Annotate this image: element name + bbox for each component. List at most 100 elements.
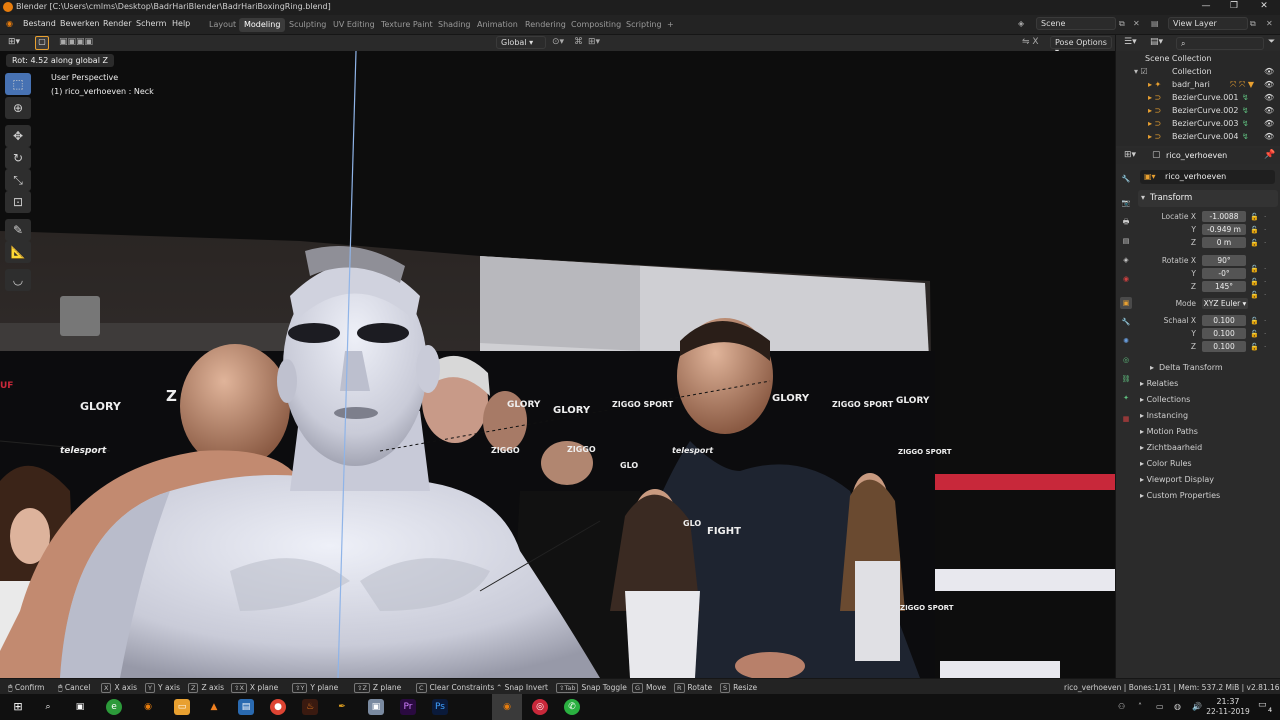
- collection-item[interactable]: Collection: [1172, 67, 1212, 76]
- menu-render[interactable]: Render: [103, 19, 131, 28]
- output-tab-icon[interactable]: 🖶: [1120, 216, 1132, 228]
- cursor-tool-icon[interactable]: ⊕: [5, 97, 31, 119]
- tab-texture-paint[interactable]: Texture Paint: [376, 18, 438, 32]
- scene-selector[interactable]: Scene: [1036, 17, 1116, 30]
- app-blue-icon[interactable]: ▤: [238, 699, 254, 715]
- outliner-item-badr-hari[interactable]: badr_hari: [1172, 80, 1210, 89]
- scale-x-field[interactable]: 0.100: [1202, 315, 1246, 326]
- chrome-icon[interactable]: ●: [270, 699, 286, 715]
- eye-icon[interactable]: 👁: [1264, 106, 1274, 115]
- network-icon[interactable]: ◍: [1174, 702, 1181, 711]
- new-view-layer-icon[interactable]: ⧉: [1250, 19, 1256, 29]
- collection-expand-icon[interactable]: ▾ ☑: [1134, 67, 1148, 76]
- app-fire-icon[interactable]: ♨: [302, 699, 318, 715]
- mirror-icon[interactable]: ⇋ X: [1022, 37, 1039, 47]
- rotation-x-field[interactable]: 90°: [1202, 255, 1246, 266]
- panel-viewport-display[interactable]: ▸ Viewport Display: [1140, 475, 1214, 484]
- minimize-icon[interactable]: —: [1196, 1, 1216, 14]
- tab-rendering[interactable]: Rendering: [520, 18, 571, 32]
- menu-help[interactable]: Help: [172, 19, 190, 28]
- orientation-dropdown[interactable]: Global ▾: [496, 36, 546, 49]
- filter-icon[interactable]: ⏷: [1268, 37, 1275, 47]
- menu-bestand[interactable]: Bestand: [23, 19, 56, 28]
- premiere-icon[interactable]: Pr: [400, 699, 416, 715]
- physics-tab-icon[interactable]: ◎: [1120, 354, 1132, 366]
- texture-tab-icon[interactable]: ▦: [1120, 413, 1132, 425]
- close-icon[interactable]: ✕: [1254, 1, 1274, 14]
- tab-animation[interactable]: Animation: [472, 18, 523, 32]
- tab-sculpting[interactable]: Sculpting: [284, 18, 331, 32]
- vlc-icon[interactable]: ▲: [206, 699, 222, 715]
- notification-icon[interactable]: ▭: [1258, 700, 1267, 710]
- eye-icon[interactable]: 👁: [1264, 93, 1274, 102]
- clock-time[interactable]: 21:37: [1212, 697, 1244, 706]
- editor-type-icon[interactable]: ⊞▾: [8, 37, 20, 47]
- rotation-mode-dropdown[interactable]: XYZ Euler ▾: [1202, 298, 1248, 309]
- new-scene-icon[interactable]: ⧉: [1119, 19, 1125, 29]
- roll-tool-icon[interactable]: ◡: [5, 269, 31, 291]
- panel-zichtbaarheid[interactable]: ▸ Zichtbaarheid: [1140, 443, 1202, 452]
- tab-shading[interactable]: Shading: [433, 18, 476, 32]
- keyframe-dot-icons[interactable]: · · · · · · · · ·: [1264, 211, 1274, 354]
- tab-modeling[interactable]: Modeling: [239, 18, 286, 32]
- blender-taskbar-icon[interactable]: ◉: [140, 699, 156, 715]
- select-mode-icons[interactable]: ▣▣▣▣: [59, 37, 93, 47]
- transform-panel-header[interactable]: ▾ Transform: [1138, 190, 1278, 207]
- rotation-y-field[interactable]: -0°: [1202, 268, 1246, 279]
- tab-compositing[interactable]: Compositing: [566, 18, 626, 32]
- windows-start-icon[interactable]: ⊞: [10, 699, 26, 715]
- delete-scene-icon[interactable]: ✕: [1133, 19, 1140, 28]
- rotation-z-field[interactable]: 145°: [1202, 281, 1246, 292]
- app-red-icon[interactable]: ◎: [532, 699, 548, 715]
- clock-date[interactable]: 22-11-2019: [1204, 707, 1252, 716]
- blender-menu-icon[interactable]: ◉: [6, 19, 13, 28]
- blender-active-taskbar-icon[interactable]: ◉: [492, 694, 522, 720]
- panel-color-rules[interactable]: ▸ Color Rules: [1140, 459, 1192, 468]
- world-tab-icon[interactable]: ◉: [1120, 273, 1132, 285]
- tab-scripting[interactable]: Scripting: [621, 18, 667, 32]
- delta-transform-panel[interactable]: Delta Transform: [1159, 363, 1223, 372]
- whatsapp-icon[interactable]: ✆: [564, 699, 580, 715]
- tool-tab-icon[interactable]: 🔧: [1120, 173, 1132, 185]
- pivot-icon[interactable]: ⊙▾: [552, 37, 564, 47]
- tab-uv-editing[interactable]: UV Editing: [328, 18, 380, 32]
- eye-icon[interactable]: 👁: [1264, 119, 1274, 128]
- modifier-tab-icon[interactable]: 🔧: [1120, 316, 1132, 328]
- location-x-field[interactable]: -1.0088: [1202, 211, 1246, 222]
- tray-chevron-icon[interactable]: ˄: [1138, 702, 1142, 711]
- add-workspace-button[interactable]: +: [662, 18, 679, 32]
- 3d-viewport[interactable]: GLORY GLORY GLORY GLORY GLORY ZIGGO SPOR…: [0, 51, 1115, 678]
- app-green-icon[interactable]: e: [106, 699, 122, 715]
- annotate-tool-icon[interactable]: ✎: [5, 219, 31, 241]
- scale-y-field[interactable]: 0.100: [1202, 328, 1246, 339]
- outliner-item-beziercurve-002[interactable]: BezierCurve.002: [1172, 106, 1238, 115]
- select-tool-icon[interactable]: ⬚: [5, 73, 31, 95]
- display-mode-icon[interactable]: ▤▾: [1150, 37, 1163, 47]
- measure-tool-icon[interactable]: 📐: [5, 241, 31, 263]
- panel-custom-properties[interactable]: ▸ Custom Properties: [1140, 491, 1220, 500]
- battery-icon[interactable]: ▭: [1156, 702, 1164, 711]
- eye-icon[interactable]: 👁: [1264, 80, 1274, 89]
- scale-tool-icon[interactable]: ⤡: [5, 169, 31, 191]
- photoshop-icon[interactable]: Ps: [432, 699, 448, 715]
- menu-bewerken[interactable]: Bewerken: [60, 19, 100, 28]
- delete-view-layer-icon[interactable]: ✕: [1266, 19, 1273, 28]
- view-layer-tab-icon[interactable]: ▤: [1120, 235, 1132, 247]
- object-name-field[interactable]: ▣▾ rico_verhoeven: [1140, 170, 1275, 184]
- panel-motion-paths[interactable]: ▸ Motion Paths: [1140, 427, 1198, 436]
- rotate-tool-icon[interactable]: ↻: [5, 147, 31, 169]
- view-layer-selector[interactable]: View Layer: [1168, 17, 1248, 30]
- outliner-search-input[interactable]: ⌕: [1176, 37, 1264, 50]
- data-tab-icon[interactable]: ✦: [1120, 392, 1132, 404]
- search-icon[interactable]: ⌕: [40, 699, 56, 715]
- volume-icon[interactable]: 🔊: [1192, 702, 1202, 711]
- app-gray-icon[interactable]: ▣: [368, 699, 384, 715]
- constraints-tab-icon[interactable]: ⛓: [1120, 373, 1132, 385]
- panel-relaties[interactable]: ▸ Relaties: [1140, 379, 1178, 388]
- scene-collection[interactable]: Scene Collection: [1145, 54, 1212, 63]
- people-icon[interactable]: ⚇: [1118, 702, 1125, 711]
- object-tab-icon[interactable]: ▣: [1120, 297, 1132, 309]
- location-y-field[interactable]: -0.949 m: [1202, 224, 1246, 235]
- task-view-icon[interactable]: ▣: [72, 699, 88, 715]
- transform-tool-icon[interactable]: ⊡: [5, 191, 31, 213]
